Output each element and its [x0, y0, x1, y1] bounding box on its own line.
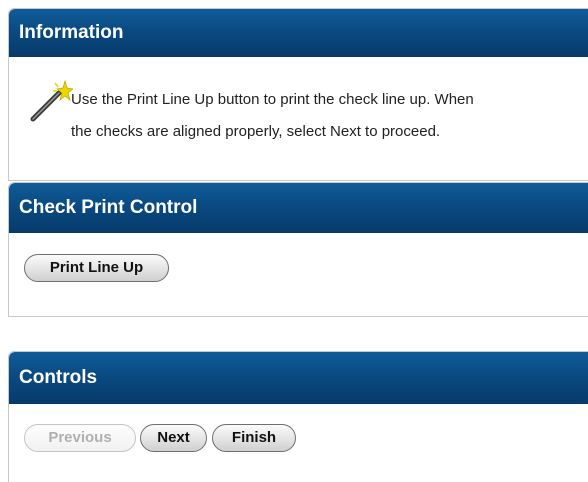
- wizard-page: Information Use the Print Line Up button…: [0, 0, 588, 482]
- information-header: Information: [9, 9, 588, 57]
- check-print-control-header: Check Print Control: [9, 183, 588, 233]
- previous-button[interactable]: Previous: [24, 424, 136, 452]
- information-text: Use the Print Line Up button to print th…: [71, 84, 588, 148]
- controls-header: Controls: [9, 352, 588, 404]
- print-line-up-button[interactable]: Print Line Up: [24, 254, 169, 282]
- controls-panel: Controls Previous Next Finish: [8, 351, 588, 482]
- finish-button[interactable]: Finish: [212, 424, 296, 452]
- next-button[interactable]: Next: [140, 424, 207, 452]
- check-print-control-panel: Check Print Control Print Line Up: [8, 182, 588, 317]
- check-print-control-body: Print Line Up: [9, 233, 588, 315]
- information-text-line-1: Use the Print Line Up button to print th…: [71, 91, 474, 108]
- information-panel: Information Use the Print Line Up button…: [8, 8, 588, 181]
- information-body: Use the Print Line Up button to print th…: [9, 57, 588, 178]
- magic-wand-icon: [30, 79, 73, 122]
- information-text-line-2: the checks are aligned properly, select …: [71, 123, 441, 140]
